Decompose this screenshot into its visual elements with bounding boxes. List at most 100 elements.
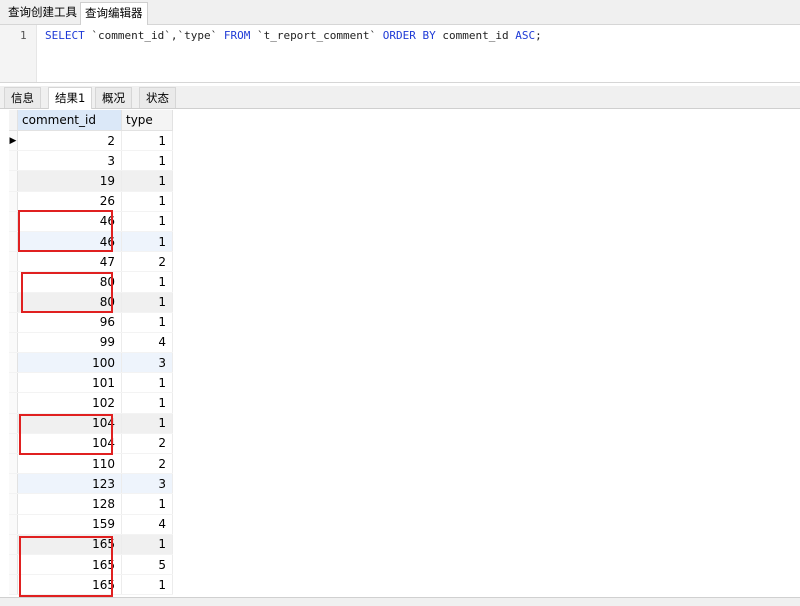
cell-comment-id[interactable]: 101 (17, 372, 122, 394)
kw-order-by: ORDER BY (382, 29, 436, 42)
cell-type[interactable]: 1 (121, 271, 173, 293)
tab-info[interactable]: 信息 (4, 87, 41, 108)
row-selector[interactable] (9, 413, 18, 434)
tab-result1[interactable]: 结果1 (48, 87, 93, 109)
cell-comment-id[interactable]: 19 (17, 170, 122, 192)
row-selector-header[interactable] (9, 110, 18, 131)
kw-from: FROM (223, 29, 251, 42)
result-rows: ▶ 2 1 3 1 19 1 26 1 46 1 46 1 47 2 80 1 80 1 96 1 99 4 100 3 101 1… (9, 130, 173, 596)
cell-type[interactable]: 1 (121, 392, 173, 414)
sql-text[interactable]: SELECT `comment_id`,`type` FROM `t_repor… (45, 29, 542, 42)
row-selector[interactable] (9, 473, 18, 495)
table-row[interactable]: 110 2 (9, 453, 173, 475)
line-gutter: 1 (0, 25, 37, 82)
cell-type[interactable]: 1 (121, 130, 173, 152)
row-selector[interactable] (9, 453, 18, 475)
tab-query-editor[interactable]: 查询编辑器 (80, 2, 148, 25)
cell-type[interactable]: 3 (121, 352, 173, 374)
result-table: comment_id type ▶ 2 1 3 1 19 1 26 1 46 1 46 1 47 2 80 1 8… (9, 110, 173, 596)
row-selector[interactable] (9, 312, 18, 333)
cell-type[interactable]: 1 (121, 170, 173, 192)
row-selector[interactable] (9, 372, 18, 394)
sql-columns: `comment_id`,`type` (84, 29, 224, 42)
row-selector[interactable] (9, 392, 18, 414)
result-grid[interactable]: comment_id type ▶ 2 1 3 1 19 1 26 1 46 1 46 1 47 2 80 1 8… (0, 110, 800, 597)
row-selector[interactable] (9, 292, 18, 313)
row-selector[interactable] (9, 332, 18, 354)
row-selector[interactable] (9, 231, 18, 253)
cell-type[interactable]: 2 (121, 433, 173, 455)
kw-asc: ASC (515, 29, 536, 42)
cell-comment-id[interactable]: 99 (17, 332, 122, 354)
row-selector[interactable] (9, 251, 18, 273)
cell-type[interactable]: 1 (121, 413, 173, 434)
cell-comment-id[interactable]: 128 (17, 493, 122, 515)
cell-type[interactable]: 1 (121, 211, 173, 232)
cell-comment-id[interactable]: 123 (17, 473, 122, 495)
row-selector[interactable] (9, 211, 18, 232)
cell-type[interactable]: 1 (121, 150, 173, 172)
cell-type[interactable]: 3 (121, 473, 173, 495)
row-selector[interactable] (9, 514, 18, 535)
table-row[interactable]: 26 1 (9, 191, 173, 212)
cell-comment-id[interactable]: 159 (17, 514, 122, 535)
row-selector[interactable] (9, 352, 18, 374)
table-row[interactable]: 102 1 (9, 392, 173, 414)
table-row[interactable]: 100 3 (9, 352, 173, 374)
table-row[interactable]: 128 1 (9, 493, 173, 515)
highlight-box-104 (19, 414, 113, 455)
row-selector[interactable] (9, 554, 18, 576)
line-number: 1 (20, 29, 27, 42)
table-row[interactable]: ▶ 2 1 (9, 130, 173, 152)
cell-type[interactable]: 1 (121, 493, 173, 515)
cell-type[interactable]: 1 (121, 231, 173, 253)
query-tab-bar: 查询创建工具 查询编辑器 (0, 0, 800, 25)
row-selector[interactable] (9, 433, 18, 455)
cell-type[interactable]: 1 (121, 372, 173, 394)
row-selector[interactable] (9, 170, 18, 192)
sql-editor[interactable]: 1 SELECT `comment_id`,`type` FROM `t_rep… (0, 25, 800, 83)
sql-end: ; (535, 29, 542, 42)
row-selector[interactable] (9, 574, 18, 596)
column-header-comment-id[interactable]: comment_id (17, 110, 122, 131)
tab-query-builder[interactable]: 查询创建工具 (4, 2, 81, 23)
row-selector[interactable] (9, 534, 18, 555)
table-row[interactable]: 123 3 (9, 473, 173, 495)
cell-type[interactable]: 1 (121, 534, 173, 555)
row-selector[interactable] (9, 150, 18, 172)
cell-comment-id[interactable]: 102 (17, 392, 122, 414)
row-selector[interactable] (9, 271, 18, 293)
cell-type[interactable]: 2 (121, 251, 173, 273)
cell-comment-id[interactable]: 47 (17, 251, 122, 273)
cell-comment-id[interactable]: 3 (17, 150, 122, 172)
cell-comment-id[interactable]: 2 (17, 130, 122, 152)
table-row[interactable]: 101 1 (9, 372, 173, 394)
cell-type[interactable]: 1 (121, 574, 173, 596)
cell-type[interactable]: 2 (121, 453, 173, 475)
tab-status[interactable]: 状态 (139, 87, 176, 108)
cell-comment-id[interactable]: 110 (17, 453, 122, 475)
sql-order-col: comment_id (435, 29, 516, 42)
cell-comment-id[interactable]: 26 (17, 191, 122, 212)
cell-type[interactable]: 4 (121, 332, 173, 354)
row-selector[interactable] (9, 493, 18, 515)
table-row[interactable]: 159 4 (9, 514, 173, 535)
cell-type[interactable]: 5 (121, 554, 173, 576)
cell-type[interactable]: 1 (121, 292, 173, 313)
table-row[interactable]: 47 2 (9, 251, 173, 273)
table-row[interactable]: 96 1 (9, 312, 173, 333)
cell-type[interactable]: 4 (121, 514, 173, 535)
row-selector[interactable] (9, 191, 18, 212)
cell-type[interactable]: 1 (121, 312, 173, 333)
table-row[interactable]: 31 (9, 150, 173, 172)
highlight-box-165 (19, 536, 113, 597)
column-header-type[interactable]: type (121, 110, 173, 131)
table-row[interactable]: 19 1 (9, 170, 173, 192)
kw-select: SELECT (45, 29, 85, 42)
cell-comment-id[interactable]: 96 (17, 312, 122, 333)
cell-comment-id[interactable]: 100 (17, 352, 122, 374)
table-row[interactable]: 99 4 (9, 332, 173, 354)
tab-overview[interactable]: 概况 (95, 87, 132, 108)
row-selector[interactable]: ▶ (9, 130, 18, 152)
cell-type[interactable]: 1 (121, 191, 173, 212)
